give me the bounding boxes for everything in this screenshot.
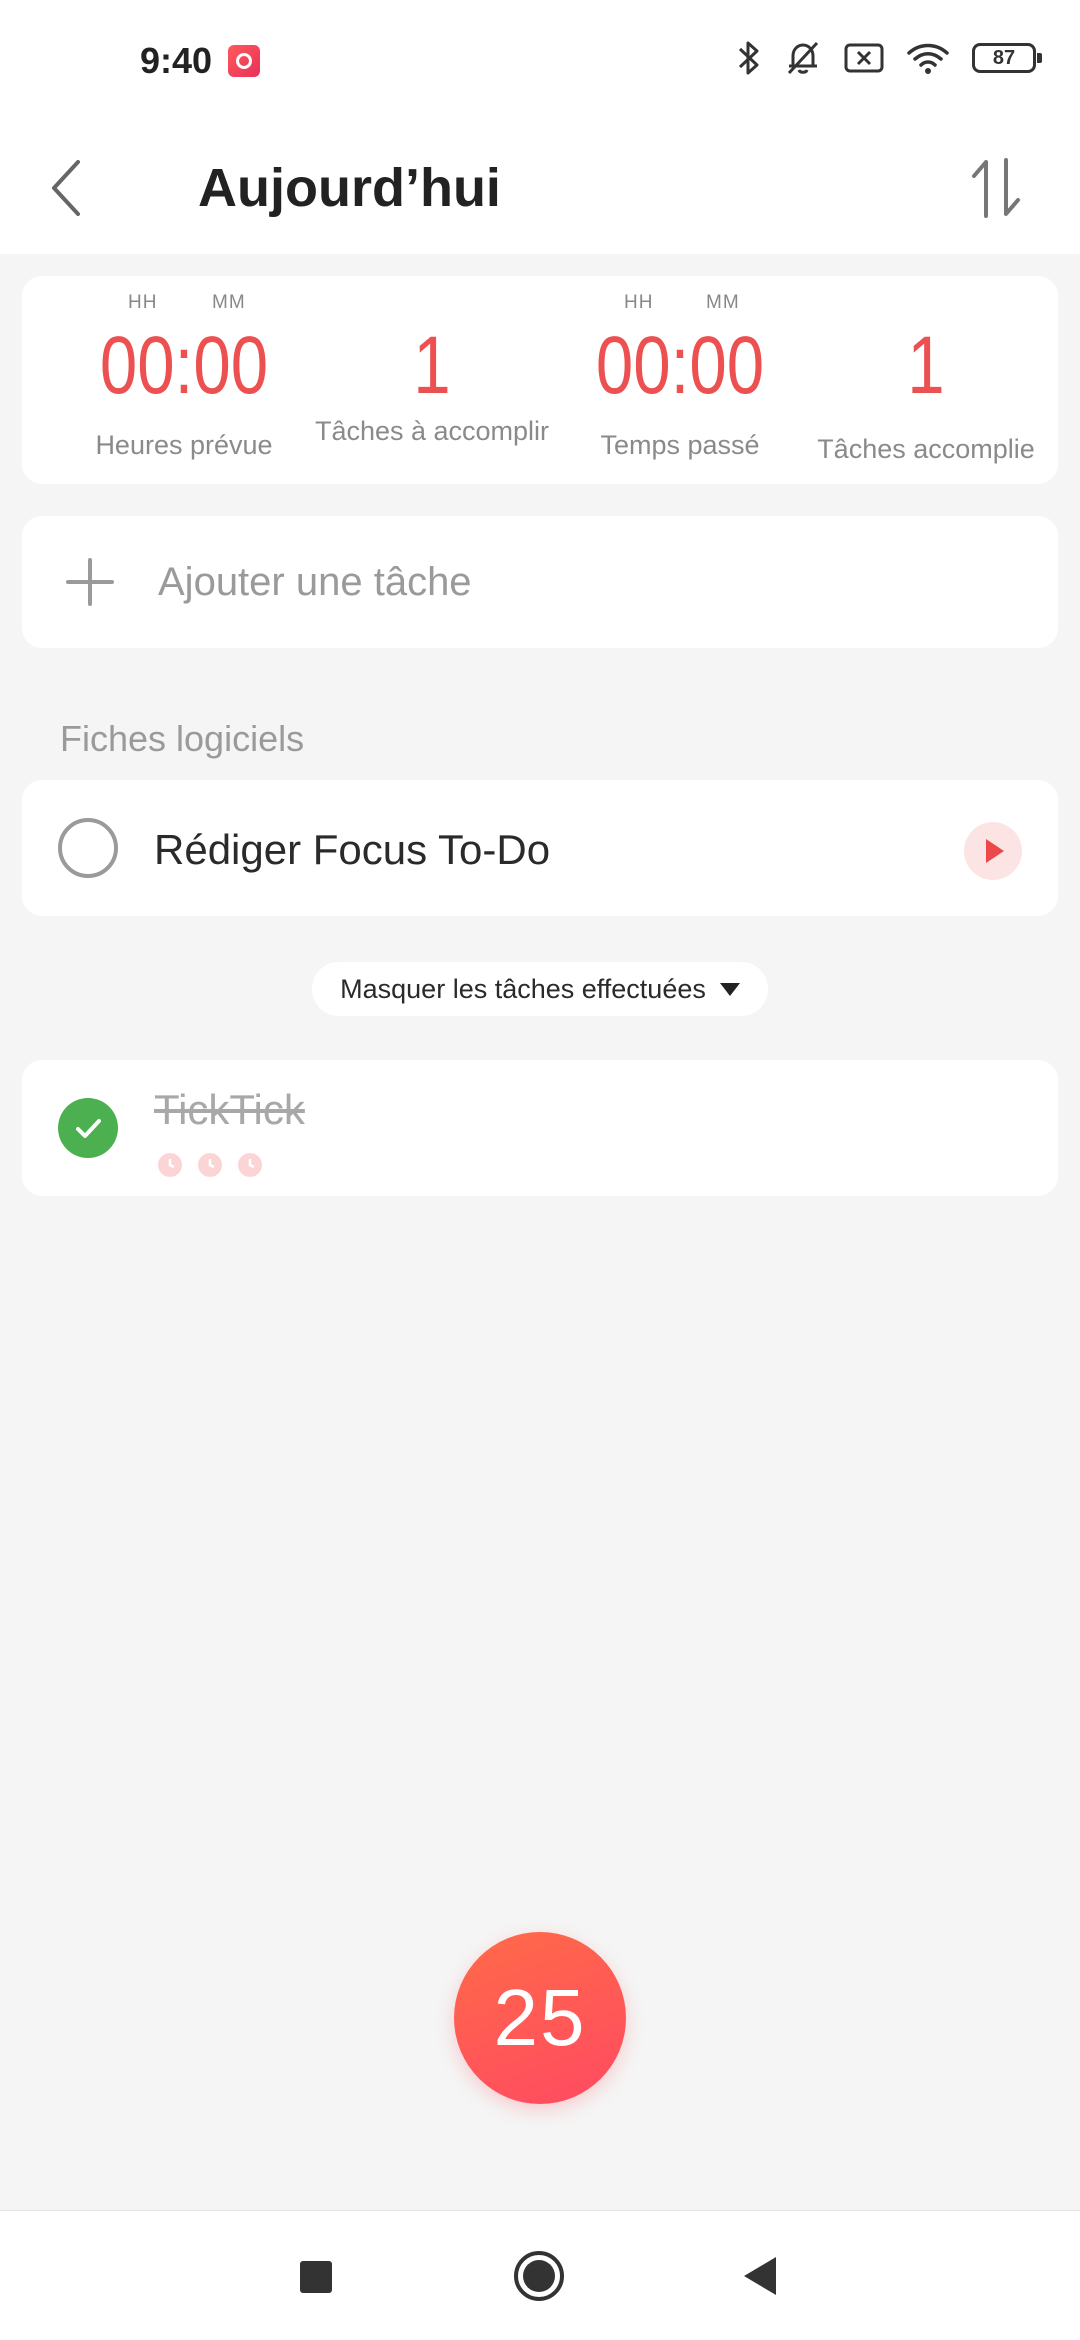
timer-minutes: 25 [493, 1973, 587, 2062]
task-checkbox[interactable] [58, 818, 118, 878]
pomodoro-count [156, 1150, 264, 1178]
pomodoro-icon [238, 1153, 262, 1177]
stat-label: Tâches accomplie [817, 434, 1035, 464]
task-title: Rédiger Focus To-Do [154, 826, 551, 873]
stat-value: 00:00 [99, 320, 269, 411]
stat-planned-hours: HH MM 00:00 Heures prévue [36, 276, 332, 484]
status-time: 9:40 [140, 40, 213, 81]
stat-value: 1 [907, 320, 945, 411]
no-sim-icon [844, 43, 884, 73]
mm-label: MM [706, 292, 740, 313]
task-row[interactable]: Rédiger Focus To-Do [22, 780, 1058, 916]
home-circle-icon [514, 2251, 564, 2301]
hh-label: HH [624, 292, 654, 313]
hh-label: HH [128, 292, 158, 313]
home-button[interactable] [504, 2241, 574, 2311]
pomodoro-timer-button[interactable]: 25 [454, 1932, 626, 2104]
wifi-icon [907, 43, 949, 74]
summary-card: HH MM 00:00 Heures prévue 1 Tâches à acc… [22, 276, 1058, 484]
status-bar: 9:40 87 [0, 0, 1080, 124]
app-notification-icon [228, 45, 260, 77]
check-icon [76, 1119, 101, 1138]
mm-label: MM [212, 292, 246, 313]
sort-arrows-icon [972, 158, 1020, 218]
stat-value: 00:00 [595, 320, 765, 411]
start-pomodoro-button[interactable] [964, 822, 1022, 880]
stat-time-spent: HH MM 00:00 Temps passé [532, 276, 828, 484]
back-nav-button[interactable] [726, 2241, 796, 2311]
page-title: Aujourd’hui [198, 158, 501, 218]
sort-button[interactable] [964, 146, 1028, 230]
chevron-left-icon [52, 160, 80, 216]
recents-button[interactable] [280, 2241, 350, 2311]
add-task-placeholder: Ajouter une tâche [158, 560, 472, 604]
battery-icon: 87 [972, 43, 1042, 73]
completed-checkbox[interactable] [58, 1098, 118, 1158]
muted-bell-icon [787, 41, 819, 75]
app-header: Aujourd’hui [0, 124, 1080, 254]
status-icons: 87 [736, 38, 1042, 78]
stat-tasks-todo: 1 Tâches à accomplir [314, 276, 550, 484]
square-icon [300, 2261, 332, 2293]
screen: 9:40 87 Aujourd’hui HH MM 00:00 Heures p… [0, 0, 1080, 2340]
add-task-input[interactable]: Ajouter une tâche [22, 516, 1058, 648]
triangle-back-icon [744, 2257, 776, 2295]
project-section-title: Fiches logiciels [60, 718, 305, 759]
system-nav-bar [0, 2210, 1080, 2340]
hide-completed-toggle[interactable]: Masquer les tâches effectuées [312, 962, 768, 1016]
stat-value: 1 [413, 320, 451, 411]
stat-label: Tâches à accomplir [314, 416, 550, 446]
stat-tasks-done: 1 Tâches accomplie [798, 276, 1054, 484]
plus-icon [66, 558, 114, 606]
caret-down-icon [719, 982, 740, 996]
back-button[interactable] [40, 148, 96, 228]
stat-label: Temps passé [600, 430, 760, 460]
completed-task-title: TickTick [154, 1086, 305, 1133]
stat-label: Heures prévue [95, 430, 273, 460]
pomodoro-icon [158, 1153, 182, 1177]
hide-completed-label: Masquer les tâches effectuées [340, 973, 706, 1004]
bluetooth-icon [738, 41, 759, 75]
completed-task-row[interactable]: TickTick [22, 1060, 1058, 1196]
pomodoro-icon [198, 1153, 222, 1177]
